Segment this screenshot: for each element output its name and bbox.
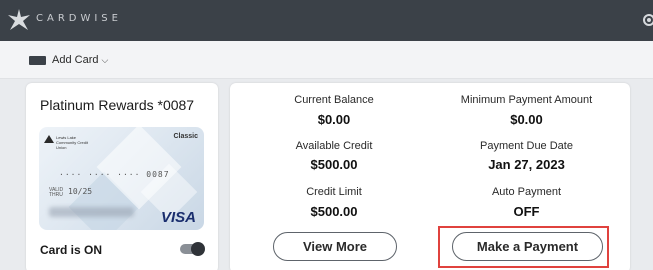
app-logo-text: CARDWISE bbox=[36, 13, 122, 24]
card-valid-label: VALID THRU bbox=[49, 187, 64, 198]
card-status-label: Card is ON bbox=[40, 243, 103, 257]
card-tier: Classic bbox=[173, 133, 198, 140]
minimum-payment-label: Minimum Payment Amount bbox=[460, 94, 593, 106]
view-more-button[interactable]: View More bbox=[273, 232, 397, 261]
auto-payment-value: OFF bbox=[513, 204, 540, 219]
payment-due-date-value: Jan 27, 2023 bbox=[488, 157, 565, 172]
credit-limit-label: Credit Limit bbox=[306, 186, 362, 198]
card-expiry: 10/25 bbox=[68, 187, 93, 196]
credit-card-image: Lewis Lake Community Credit Union Classi… bbox=[39, 127, 204, 230]
top-navigation-bar: CARDWISE bbox=[0, 0, 653, 41]
current-balance-label: Current Balance bbox=[294, 94, 374, 106]
available-credit-value: $500.00 bbox=[310, 157, 358, 172]
card-holder-name-redacted bbox=[49, 207, 134, 217]
visa-logo: VISA bbox=[160, 209, 196, 226]
card-on-toggle[interactable] bbox=[180, 242, 205, 256]
cardwise-logo-icon bbox=[8, 9, 30, 30]
add-card-label: Add Card bbox=[52, 54, 99, 66]
bank-logo-icon bbox=[44, 135, 54, 143]
available-credit-label: Available Credit bbox=[295, 140, 373, 152]
card-title: Platinum Rewards *0087 bbox=[40, 97, 195, 113]
credit-limit-value: $500.00 bbox=[310, 204, 358, 219]
payment-due-date-label: Payment Due Date bbox=[480, 140, 573, 152]
minimum-payment-value: $0.00 bbox=[510, 112, 543, 127]
auto-payment-label: Auto Payment bbox=[491, 186, 562, 198]
gear-icon[interactable] bbox=[641, 11, 653, 29]
add-card-dropdown[interactable]: Add Card ⌵ bbox=[52, 54, 108, 66]
credit-card-icon bbox=[29, 56, 46, 65]
toggle-knob bbox=[191, 242, 205, 256]
current-balance-value: $0.00 bbox=[317, 112, 351, 127]
make-a-payment-button[interactable]: Make a Payment bbox=[452, 232, 603, 261]
card-number: ···· ···· ···· 0087 bbox=[59, 170, 170, 179]
card-bank-name: Lewis Lake Community Credit Union bbox=[56, 135, 89, 150]
chevron-down-icon: ⌵ bbox=[101, 55, 109, 65]
